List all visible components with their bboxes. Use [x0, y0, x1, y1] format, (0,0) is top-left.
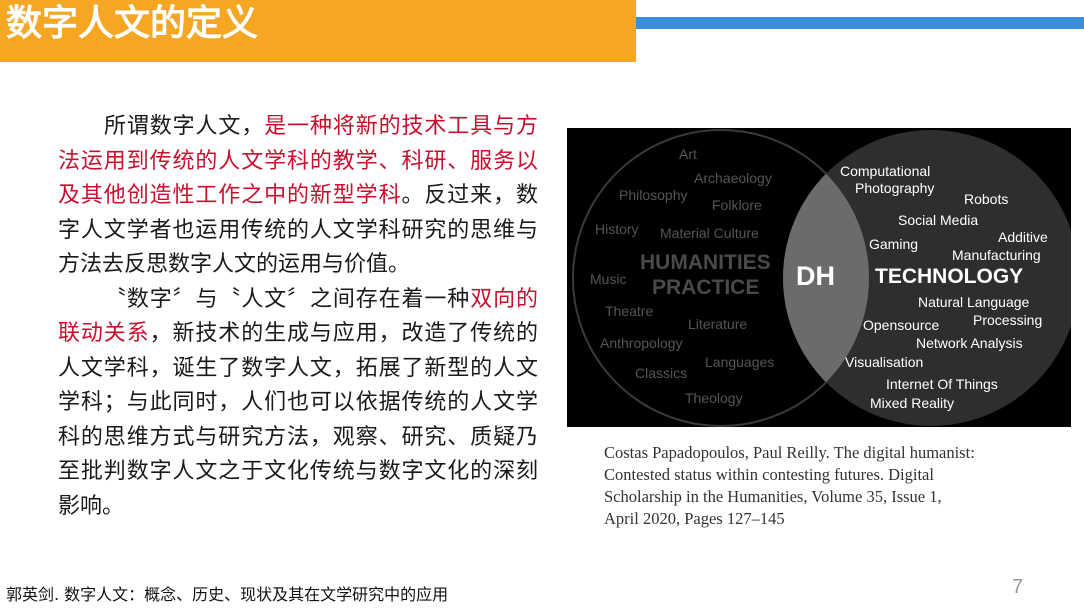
label-practice: PRACTICE	[652, 276, 759, 299]
label-technology: TECHNOLOGY	[875, 265, 1023, 288]
label-internet-of-things: Internet Of Things	[886, 376, 998, 392]
footer-reference: 郭英剑. 数字人文：概念、历史、现状及其在文学研究中的应用	[6, 585, 449, 604]
label-robots: Robots	[964, 191, 1008, 207]
label-archaeology: Archaeology	[694, 170, 772, 186]
figure-caption: Costas Papadopoulos, Paul Reilly. The di…	[604, 442, 1036, 530]
p2-intro: 〝数字〞与〝人文〞之间存在着一种	[104, 286, 471, 312]
label-dh: DH	[796, 261, 835, 291]
label-humanities: HUMANITIES	[640, 251, 771, 274]
label-manufacturing: Manufacturing	[952, 247, 1041, 263]
label-theatre: Theatre	[605, 303, 653, 319]
slide-title: 数字人文的定义	[6, 3, 259, 44]
paragraph-2: 〝数字〞与〝人文〞之间存在着一种双向的联动关系，新技术的生成与应用，改造了传统的…	[58, 283, 538, 525]
caption-line-2: Contested status within contesting futur…	[604, 465, 934, 484]
label-photography: Photography	[855, 180, 934, 196]
caption-line-4: April 2020, Pages 127–145	[604, 509, 785, 528]
label-literature: Literature	[688, 316, 747, 332]
label-processing: Processing	[973, 312, 1042, 328]
title-stripe	[636, 17, 1084, 29]
label-classics: Classics	[635, 365, 687, 381]
venn-svg: Art Archaeology Philosophy Folklore Hist…	[572, 129, 1071, 427]
p2-rest: ，新技术的生成与应用，改造了传统的人文学科，诞生了数字人文，拓展了新型的人文学科…	[58, 321, 538, 519]
definition-text: 所谓数字人文，是一种将新的技术工具与方法运用到传统的人文学科的教学、科研、服务以…	[58, 110, 538, 524]
label-natural-language: Natural Language	[918, 294, 1030, 310]
label-gaming: Gaming	[869, 236, 918, 252]
paragraph-1: 所谓数字人文，是一种将新的技术工具与方法运用到传统的人文学科的教学、科研、服务以…	[58, 110, 538, 283]
label-folklore: Folklore	[712, 197, 762, 213]
label-anthropology: Anthropology	[600, 335, 683, 351]
label-art: Art	[679, 146, 697, 162]
label-additive: Additive	[998, 229, 1048, 245]
label-network-analysis: Network Analysis	[916, 335, 1023, 351]
label-social-media: Social Media	[898, 212, 978, 228]
label-music: Music	[590, 271, 627, 287]
label-languages: Languages	[705, 354, 774, 370]
label-history: History	[595, 221, 639, 237]
p1-intro: 所谓数字人文，	[104, 114, 265, 139]
label-theology: Theology	[685, 390, 743, 406]
venn-diagram: Art Archaeology Philosophy Folklore Hist…	[567, 128, 1071, 427]
label-visualisation: Visualisation	[845, 354, 923, 370]
caption-line-1: Costas Papadopoulos, Paul Reilly. The di…	[604, 443, 975, 462]
label-opensource: Opensource	[863, 317, 939, 333]
label-philosophy: Philosophy	[619, 187, 688, 203]
caption-line-3: Scholarship in the Humanities, Volume 35…	[604, 487, 942, 506]
page-number: 7	[1012, 576, 1024, 598]
label-material-culture: Material Culture	[660, 225, 759, 241]
label-mixed-reality: Mixed Reality	[870, 395, 954, 411]
label-computational: Computational	[840, 163, 930, 179]
title-bar: 数字人文的定义	[0, 0, 636, 62]
